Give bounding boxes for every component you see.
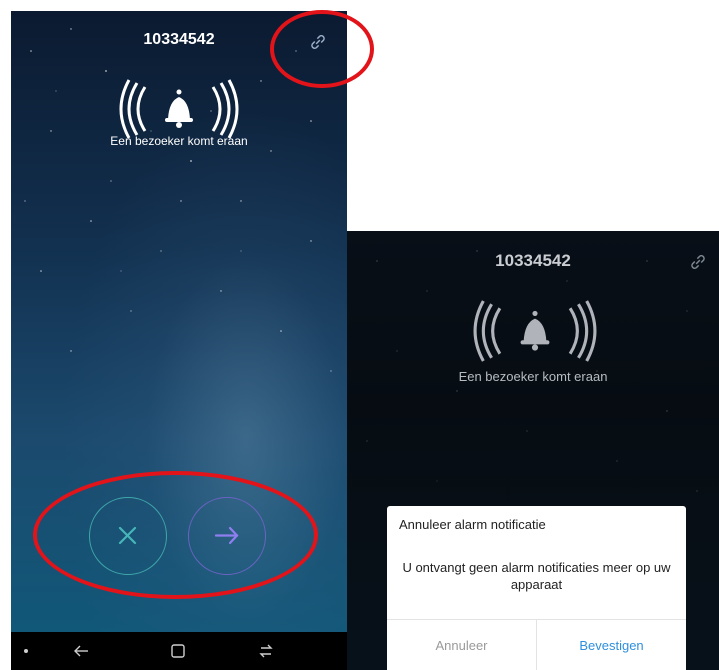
link-icon — [687, 251, 709, 278]
ringing-bell-indicator — [473, 299, 597, 368]
cancel-alarm-dialog: Annuleer alarm notificatie U ontvangt ge… — [387, 506, 686, 670]
cancel-alarm-screen: 10334542 Een bezoeker komt eraan Annulee… — [347, 231, 719, 670]
bell-icon — [473, 300, 597, 362]
dialog-button-row: Annuleer Bevestigen — [387, 619, 686, 670]
dialog-title: Annuleer alarm notificatie — [399, 517, 546, 532]
status-message: Een bezoeker komt eraan — [110, 134, 248, 148]
cancel-button[interactable]: Annuleer — [387, 620, 537, 670]
annotation-circle-buttons — [33, 471, 318, 599]
annotation-circle-link — [270, 10, 374, 88]
home-icon[interactable] — [163, 632, 193, 670]
dialog-message: U ontvangt geen alarm notificaties meer … — [402, 560, 671, 592]
device-id-title: 10334542 — [495, 251, 571, 270]
dot-icon — [11, 632, 41, 670]
system-navigation-bar — [11, 632, 347, 670]
bell-icon — [119, 79, 239, 139]
confirm-button[interactable]: Bevestigen — [537, 620, 686, 670]
status-message: Een bezoeker komt eraan — [458, 369, 608, 384]
recents-icon[interactable] — [251, 632, 281, 670]
back-icon[interactable] — [66, 632, 96, 670]
